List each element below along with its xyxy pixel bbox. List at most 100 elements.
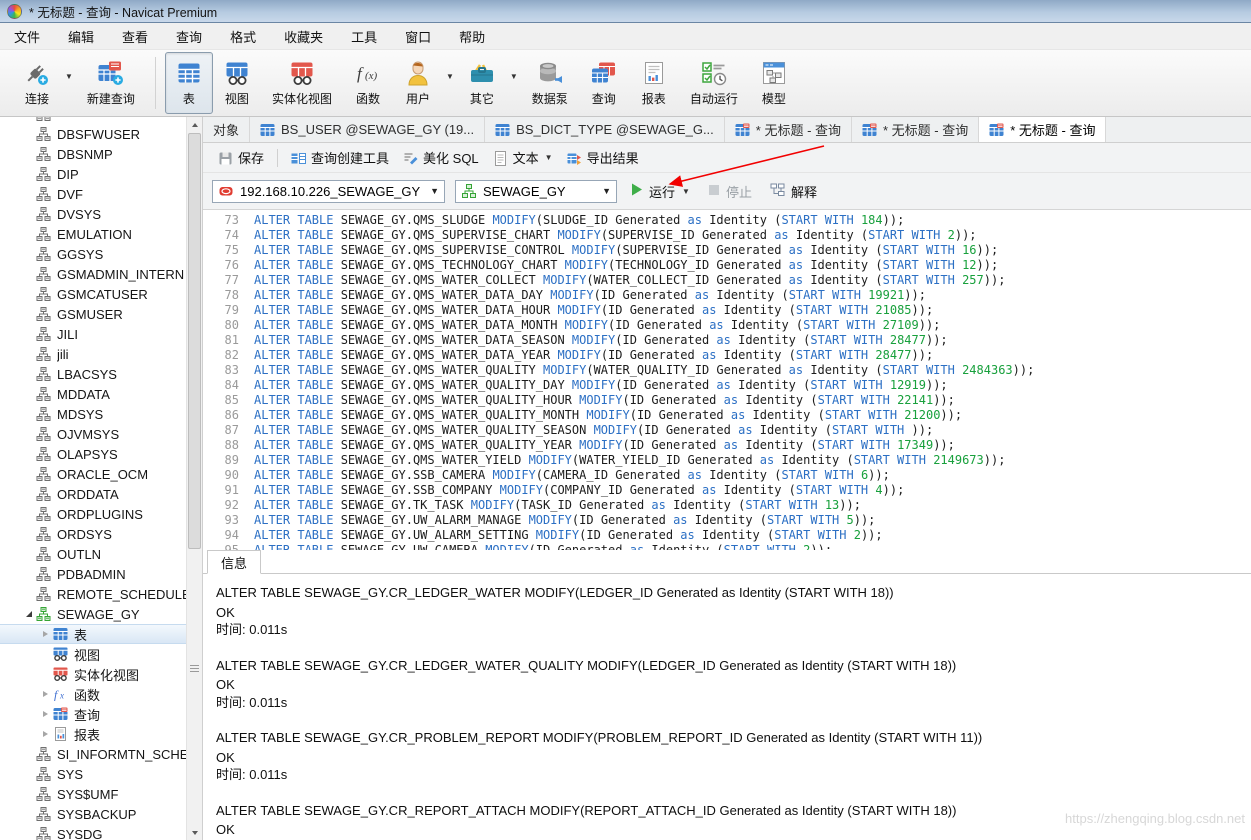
sidebar-item--[interactable]: 视图 [0, 644, 186, 664]
toolbar-new-query-button[interactable]: 新建查询 [76, 52, 146, 114]
sidebar-item-dbsfwuser[interactable]: DBSFWUSER [0, 124, 186, 144]
document-tab-4[interactable]: * 无标题 - 查询 [852, 117, 979, 142]
document-tabstrip: 对象BS_USER @SEWAGE_GY (19...BS_DICT_TYPE … [203, 117, 1251, 143]
toolbar-models-button[interactable]: 模型 [749, 52, 799, 114]
sidebar-item-gsmadmin-intern[interactable]: GSMADMIN_INTERN [0, 264, 186, 284]
sidebar-item-sys[interactable]: SYS [0, 764, 186, 784]
chevron-down-icon[interactable]: ▼ [507, 72, 521, 81]
toolbar-queries-button[interactable]: 查询 [579, 52, 629, 114]
sidebar-item--[interactable]: 表 [0, 624, 186, 644]
toolbar-materialized-views-button[interactable]: 实体化视图 [261, 52, 343, 114]
connection-tree[interactable]: DBSFWUSER DBSNMP DIP DVF DVSYS EMULATION… [0, 117, 186, 840]
views-mini-icon [53, 647, 69, 661]
toolbar-automation-button[interactable]: 自动运行 [679, 52, 749, 114]
document-tab-5[interactable]: * 无标题 - 查询 [979, 117, 1106, 142]
text-view-button[interactable]: 文本 ▼ [486, 145, 560, 170]
toolbar-views-button[interactable]: 视图 [213, 52, 261, 114]
tab-info[interactable]: 信息 [207, 550, 261, 574]
menu-help[interactable]: 帮助 [445, 23, 499, 50]
sidebar-item-jili[interactable]: jili [0, 344, 186, 364]
toolbar-others-button[interactable]: 其它 [457, 52, 507, 114]
code-line: 73ALTER TABLE SEWAGE_GY.QMS_SLUDGE MODIF… [203, 213, 1251, 228]
document-tab-1[interactable]: BS_USER @SEWAGE_GY (19... [250, 117, 485, 142]
menu-file[interactable]: 文件 [0, 23, 54, 50]
sidebar-scrollbar[interactable] [186, 117, 202, 840]
document-tab-0[interactable]: 对象 [203, 117, 250, 142]
sidebar-item-sysdg[interactable]: SYSDG [0, 824, 186, 840]
export-result-button[interactable]: 导出结果 [560, 145, 646, 170]
sidebar-item-dbsnmp[interactable]: DBSNMP [0, 144, 186, 164]
menu-tools[interactable]: 工具 [337, 23, 391, 50]
toolbar-connection-button[interactable]: 连接 [12, 52, 62, 114]
sidebar-item-olapsys[interactable]: OLAPSYS [0, 444, 186, 464]
toolbar-data-pump-button[interactable]: 数据泵 [521, 52, 579, 114]
stop-button[interactable]: 停止 [704, 180, 756, 203]
sidebar-item-remote-schedule[interactable]: REMOTE_SCHEDULE [0, 584, 186, 604]
expanded-arrow-icon[interactable] [26, 611, 32, 617]
sidebar-item-partial-item[interactable] [0, 117, 186, 124]
menu-query[interactable]: 查询 [162, 23, 216, 50]
sidebar-item-gsmuser[interactable]: GSMUSER [0, 304, 186, 324]
splitter-grip-icon[interactable] [190, 665, 199, 672]
scroll-down-icon[interactable] [187, 825, 202, 840]
menu-favorites[interactable]: 收藏夹 [270, 23, 337, 50]
menu-edit[interactable]: 编辑 [54, 23, 108, 50]
sidebar-item-ojvmsys[interactable]: OJVMSYS [0, 424, 186, 444]
sql-editor[interactable]: 73ALTER TABLE SEWAGE_GY.QMS_SLUDGE MODIF… [203, 210, 1251, 550]
collapsed-arrow-icon[interactable] [43, 691, 48, 697]
query-tab-icon [989, 123, 1004, 137]
sidebar-item--[interactable]: 实体化视图 [0, 664, 186, 684]
schema-green-icon [462, 184, 477, 198]
sidebar-item--[interactable]: 报表 [0, 724, 186, 744]
sidebar-item-mddata[interactable]: MDDATA [0, 384, 186, 404]
toolbar-functions-button[interactable]: f(x) 函数 [343, 52, 393, 114]
schema-icon [36, 127, 52, 141]
explain-button[interactable]: 解释 [766, 180, 821, 203]
sidebar-item-sys-umf[interactable]: SYS$UMF [0, 784, 186, 804]
sidebar-item-dvf[interactable]: DVF [0, 184, 186, 204]
collapsed-arrow-icon[interactable] [43, 711, 48, 717]
sidebar-item-sysbackup[interactable]: SYSBACKUP [0, 804, 186, 824]
code-line: 82ALTER TABLE SEWAGE_GY.QMS_WATER_DATA_Y… [203, 348, 1251, 363]
save-button[interactable]: 保存 [211, 145, 271, 170]
message-panel: 信息 ALTER TABLE SEWAGE_GY.CR_LEDGER_WATER… [203, 550, 1251, 840]
sidebar-item-pdbadmin[interactable]: PDBADMIN [0, 564, 186, 584]
sidebar-item--[interactable]: fx 函数 [0, 684, 186, 704]
menu-view[interactable]: 查看 [108, 23, 162, 50]
menu-window[interactable]: 窗口 [391, 23, 445, 50]
chevron-down-icon[interactable]: ▼ [443, 72, 457, 81]
toolbar-reports-button[interactable]: 报表 [629, 52, 679, 114]
sidebar-item-dip[interactable]: DIP [0, 164, 186, 184]
beautify-sql-button[interactable]: 美化 SQL [396, 145, 486, 170]
sidebar-item-ordplugins[interactable]: ORDPLUGINS [0, 504, 186, 524]
sidebar-item-ordsys[interactable]: ORDSYS [0, 524, 186, 544]
document-tab-2[interactable]: BS_DICT_TYPE @SEWAGE_G... [485, 117, 725, 142]
sidebar-item-mdsys[interactable]: MDSYS [0, 404, 186, 424]
connection-select[interactable]: 192.168.10.226_SEWAGE_GY ▼ [212, 180, 445, 203]
sidebar-item-dvsys[interactable]: DVSYS [0, 204, 186, 224]
elapsed-time: 时间: 0.011s [216, 766, 1238, 784]
sidebar-item-jili[interactable]: JILI [0, 324, 186, 344]
sidebar-item-emulation[interactable]: EMULATION [0, 224, 186, 244]
sidebar-item-outln[interactable]: OUTLN [0, 544, 186, 564]
chevron-down-icon[interactable]: ▼ [62, 72, 76, 81]
scroll-up-icon[interactable] [187, 117, 202, 132]
sidebar-item-oracle-ocm[interactable]: ORACLE_OCM [0, 464, 186, 484]
sidebar-item-gsmcatuser[interactable]: GSMCATUSER [0, 284, 186, 304]
collapsed-arrow-icon[interactable] [43, 631, 48, 637]
toolbar-users-button[interactable]: 用户 [393, 52, 443, 114]
document-tab-3[interactable]: * 无标题 - 查询 [725, 117, 852, 142]
sidebar-item-orddata[interactable]: ORDDATA [0, 484, 186, 504]
scrollbar-thumb[interactable] [188, 133, 201, 549]
schema-select[interactable]: SEWAGE_GY ▼ [455, 180, 617, 203]
query-builder-button[interactable]: 查询创建工具 [284, 145, 396, 170]
sidebar-item-si-informtn-sche[interactable]: SI_INFORMTN_SCHE [0, 744, 186, 764]
sidebar-item-ggsys[interactable]: GGSYS [0, 244, 186, 264]
menu-format[interactable]: 格式 [216, 23, 270, 50]
collapsed-arrow-icon[interactable] [43, 731, 48, 737]
toolbar-tables-button[interactable]: 表 [165, 52, 213, 114]
run-button[interactable]: 运行 ▼ [627, 180, 694, 203]
sidebar-item-sewage-gy[interactable]: SEWAGE_GY [0, 604, 186, 624]
sidebar-item--[interactable]: 查询 [0, 704, 186, 724]
sidebar-item-lbacsys[interactable]: LBACSYS [0, 364, 186, 384]
